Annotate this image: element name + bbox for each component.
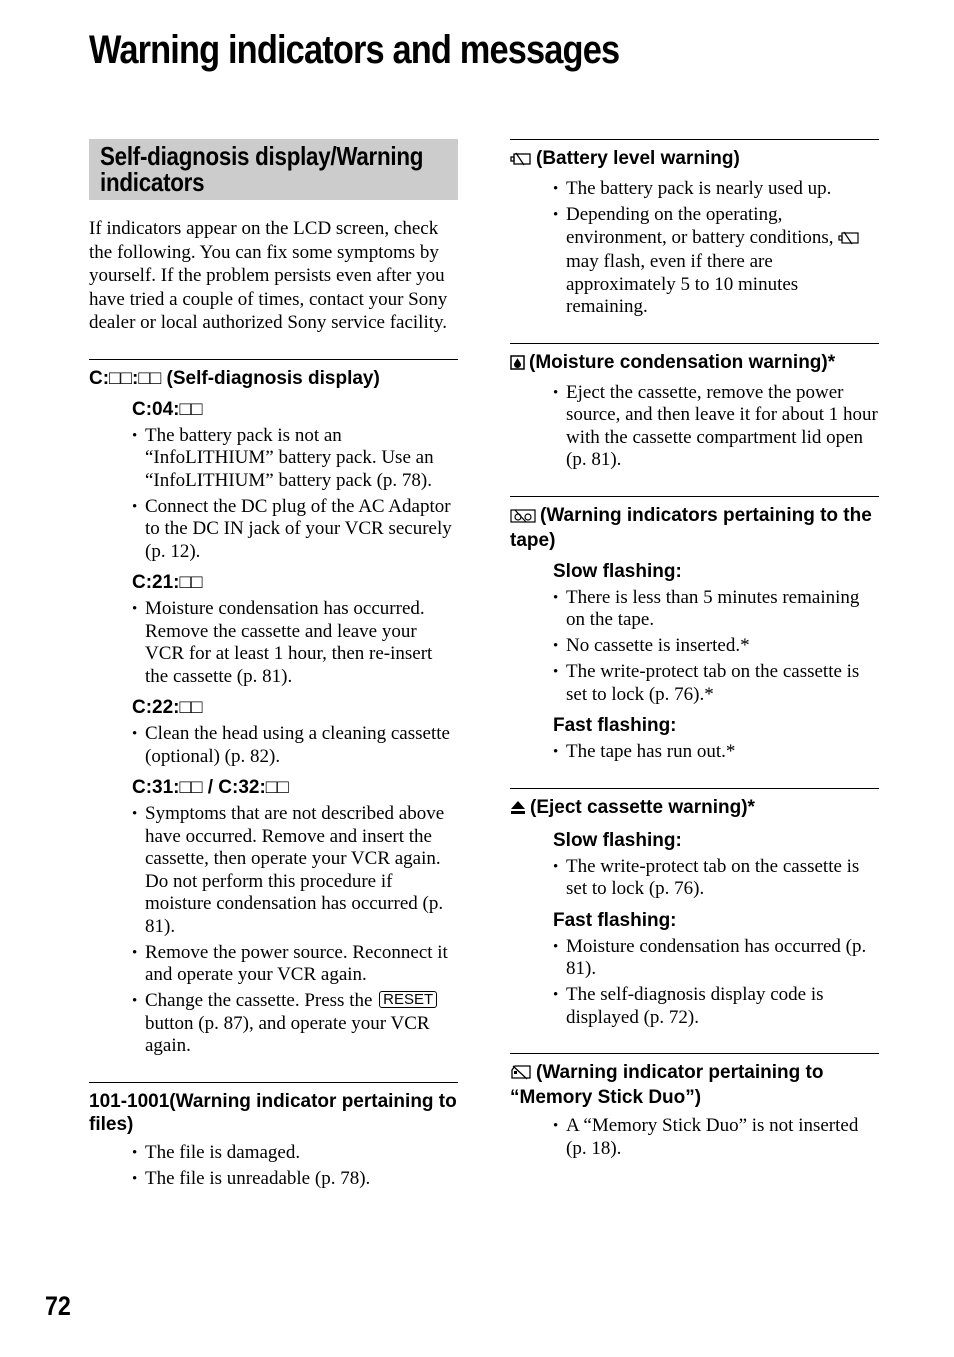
files-section: 101-1001(Warning indicator pertaining to… — [89, 1081, 458, 1191]
bullet-list: The file is damaged. The file is unreada… — [89, 1142, 458, 1191]
tape-heading: (Warning indicators pertaining to the ta… — [510, 504, 879, 552]
code-heading: C:31:□□ / C:32:□□ — [132, 777, 289, 799]
reset-text-after: button (p. 87), and operate your VCR aga… — [145, 1012, 430, 1057]
tape-section: (Warning indicators pertaining to the ta… — [510, 495, 879, 764]
code-heading: C:22:□□ — [132, 697, 203, 719]
reset-text-before: Change the cassette. Press the — [145, 990, 373, 1012]
intro-paragraph: If indicators appear on the LCD screen, … — [89, 218, 448, 334]
bullet-list: Symptoms that are not described above ha… — [89, 803, 458, 1058]
bullet-list: The battery pack is not an “InfoLITHIUM”… — [89, 425, 458, 564]
reset-button-glyph: RESET — [379, 991, 438, 1009]
page-number: 72 — [45, 1291, 71, 1321]
list-item: No cassette is inserted.* — [553, 635, 879, 658]
list-item: The tape has run out.* — [553, 741, 879, 764]
code-heading: C:21:□□ — [132, 572, 203, 594]
self-diagnosis-heading: C:□□:□□ (Self-diagnosis display) — [89, 367, 380, 389]
list-item: The write-protect tab on the cassette is… — [553, 661, 879, 706]
bullet-list: Moisture condensation has occurred (p. 8… — [510, 936, 879, 1030]
list-item: Moisture condensation has occurred (p. 8… — [553, 936, 879, 981]
list-item: Connect the DC plug of the AC Adaptor to… — [132, 496, 458, 564]
list-item: Eject the cassette, remove the power sou… — [553, 382, 879, 472]
list-item: The file is unreadable (p. 78). — [132, 1168, 458, 1191]
list-item: The battery pack is nearly used up. — [553, 178, 879, 201]
files-heading: 101-1001(Warning indicator pertaining to… — [89, 1090, 457, 1135]
slow-flashing-label: Slow flashing: — [553, 829, 682, 851]
bullet-list: Eject the cassette, remove the power sou… — [510, 382, 879, 472]
eject-heading: (Eject cassette warning)* — [510, 796, 879, 821]
eject-icon — [510, 798, 526, 821]
right-column: (Battery level warning) The battery pack… — [510, 139, 879, 1164]
battery-heading-text: (Battery level warning) — [536, 148, 740, 169]
memory-stick-heading-text: (Warning indicator pertaining to “Memory… — [510, 1062, 824, 1108]
fast-flashing-label: Fast flashing: — [553, 715, 677, 736]
battery-empty-icon — [838, 229, 860, 252]
moisture-heading: (Moisture condensation warning)* — [510, 351, 879, 376]
list-item: Remove the power source. Reconnect it an… — [132, 942, 458, 987]
battery-heading: (Battery level warning) — [510, 147, 879, 172]
self-diagnosis-section: C:□□:□□ (Self-diagnosis display) C:04:□□… — [89, 358, 458, 1058]
code-heading: C:04:□□ — [132, 398, 203, 420]
moisture-section: (Moisture condensation warning)* Eject t… — [510, 342, 879, 472]
eject-section: (Eject cassette warning)* Slow flashing:… — [510, 787, 879, 1030]
bullet-list: Clean the head using a cleaning cassette… — [89, 723, 458, 768]
list-item: The battery pack is not an “InfoLITHIUM”… — [132, 425, 458, 493]
eject-heading-text: (Eject cassette warning)* — [530, 796, 755, 818]
list-item: Moisture condensation has occurred. Remo… — [132, 598, 458, 688]
bullet-list: Moisture condensation has occurred. Remo… — [89, 598, 458, 688]
battery-section: (Battery level warning) The battery pack… — [510, 139, 879, 319]
bullet-list: The write-protect tab on the cassette is… — [510, 856, 879, 901]
list-item: A “Memory Stick Duo” is not inserted (p.… — [553, 1115, 879, 1160]
battery-text-after: may flash, even if there are approximate… — [566, 251, 799, 317]
battery-empty-icon — [510, 149, 532, 172]
battery-text-before: Depending on the operating, environment,… — [566, 204, 834, 248]
list-item: Symptoms that are not described above ha… — [132, 803, 458, 938]
tape-warning-icon — [510, 506, 536, 529]
bullet-list: The tape has run out.* — [510, 741, 879, 764]
fast-flashing-label: Fast flashing: — [553, 909, 677, 931]
list-item: The self-diagnosis display code is displ… — [553, 984, 879, 1029]
list-item: The write-protect tab on the cassette is… — [553, 856, 879, 901]
section-box-heading: Self-diagnosis display/Warning indicator… — [89, 139, 458, 200]
left-column: Self-diagnosis display/Warning indicator… — [89, 139, 458, 1194]
bullet-list: There is less than 5 minutes remaining o… — [510, 587, 879, 707]
list-item: There is less than 5 minutes remaining o… — [553, 587, 879, 632]
bullet-list: The battery pack is nearly used up. Depe… — [510, 178, 879, 319]
list-item: The file is damaged. — [132, 1142, 458, 1165]
memory-stick-section: (Warning indicator pertaining to “Memory… — [510, 1053, 879, 1160]
list-item: Change the cassette. Press the RESET but… — [132, 990, 458, 1058]
memory-stick-heading: (Warning indicator pertaining to “Memory… — [510, 1061, 879, 1109]
box-heading-text: Self-diagnosis display/Warning indicator… — [100, 141, 424, 197]
memory-stick-warning-icon — [510, 1063, 532, 1086]
bullet-list: A “Memory Stick Duo” is not inserted (p.… — [510, 1115, 879, 1160]
page-title: Warning indicators and messages — [89, 28, 620, 72]
moisture-heading-text: (Moisture condensation warning)* — [529, 351, 836, 373]
slow-flashing-label: Slow flashing: — [553, 560, 682, 582]
list-item: Depending on the operating, environment,… — [553, 204, 879, 319]
moisture-drop-icon — [510, 353, 525, 376]
tape-heading-text: (Warning indicators pertaining to the ta… — [510, 504, 872, 551]
list-item: Clean the head using a cleaning cassette… — [132, 723, 458, 768]
